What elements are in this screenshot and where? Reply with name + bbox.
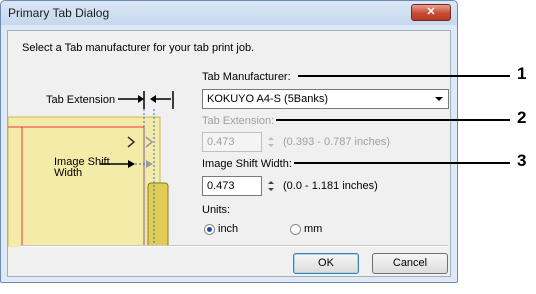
callout-number-1: 1 bbox=[517, 64, 527, 83]
spin-up-icon bbox=[268, 137, 274, 140]
image-shift-width-range: (0.0 - 1.181 inches) bbox=[283, 180, 378, 192]
dialog-title: Primary Tab Dialog bbox=[8, 6, 110, 20]
title-bar[interactable]: Primary Tab Dialog ✕ bbox=[1, 1, 457, 25]
tab-extension-input[interactable]: 0.473 bbox=[202, 132, 262, 152]
unit-mm-label[interactable]: mm bbox=[304, 223, 322, 235]
close-button[interactable]: ✕ bbox=[411, 4, 451, 21]
tab-extension-spinner[interactable] bbox=[267, 133, 275, 151]
callout-number-2: 2 bbox=[517, 108, 527, 127]
callout-leader-1 bbox=[298, 75, 510, 77]
spin-up-icon bbox=[268, 181, 274, 184]
image-shift-width-input[interactable]: 0.473 bbox=[202, 176, 262, 196]
unit-inch-radio[interactable] bbox=[204, 224, 215, 235]
tab-manufacturer-select[interactable]: KOKUYO A4-S (5Banks) bbox=[202, 89, 449, 109]
tab-manufacturer-value: KOKUYO A4-S (5Banks) bbox=[207, 93, 329, 105]
image-shift-width-value: 0.473 bbox=[207, 180, 235, 192]
unit-mm-radio[interactable] bbox=[290, 224, 301, 235]
close-icon: ✕ bbox=[426, 6, 436, 18]
button-separator bbox=[20, 245, 448, 247]
tab-manufacturer-label: Tab Manufacturer: bbox=[202, 71, 291, 83]
callout-leader-2 bbox=[276, 119, 510, 121]
units-label: Units: bbox=[202, 204, 231, 216]
ok-button[interactable]: OK bbox=[293, 253, 359, 274]
image-shift-diagram-label-2: Width bbox=[54, 167, 83, 179]
callout-number-3: 3 bbox=[517, 151, 527, 170]
unit-inch-label[interactable]: inch bbox=[218, 223, 238, 235]
spin-down-icon bbox=[268, 144, 274, 147]
image-shift-width-spinner[interactable] bbox=[267, 177, 275, 195]
tab-extension-value: 0.473 bbox=[207, 136, 235, 148]
instruction-text: Select a Tab manufacturer for your tab p… bbox=[22, 42, 255, 54]
tab-extension-range: (0.393 - 0.787 inches) bbox=[283, 136, 391, 148]
cancel-button[interactable]: Cancel bbox=[372, 253, 448, 274]
dialog-body: Select a Tab manufacturer for your tab p… bbox=[7, 30, 451, 277]
primary-tab-dialog: Primary Tab Dialog ✕ Select a Tab manufa… bbox=[0, 0, 458, 283]
tab-extension-label: Tab Extension: bbox=[202, 115, 275, 127]
callout-leader-3 bbox=[294, 162, 510, 164]
chevron-down-icon bbox=[435, 97, 443, 101]
image-shift-width-label: Image Shift Width: bbox=[202, 158, 292, 170]
spin-down-icon bbox=[268, 188, 274, 191]
